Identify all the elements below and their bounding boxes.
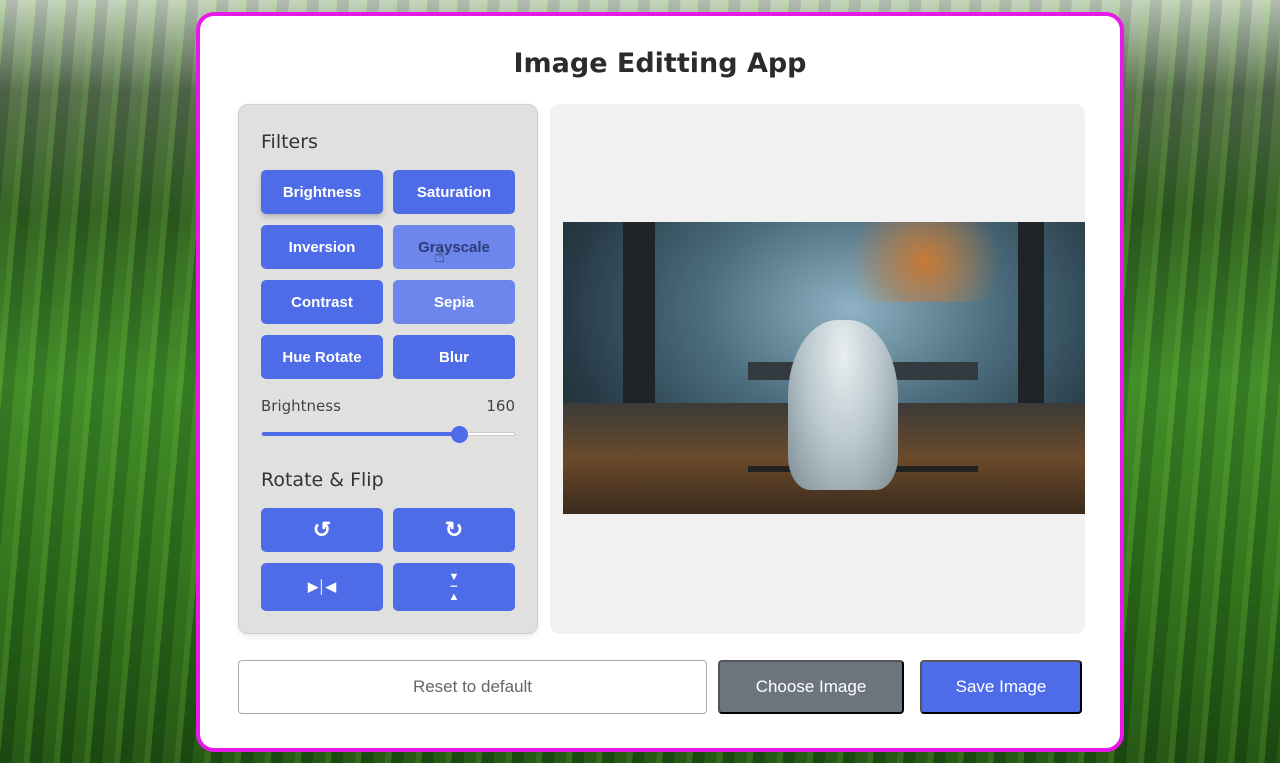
flip-vertical-button[interactable]: ▼ ┄ ▲ xyxy=(393,563,515,611)
image-preview-area xyxy=(550,104,1085,634)
slider-fill xyxy=(262,432,459,436)
rotate-right-button[interactable]: ↻ xyxy=(393,508,515,552)
slider-label: Brightness xyxy=(261,397,341,415)
reset-button[interactable]: Reset to default xyxy=(238,660,707,714)
controls-panel: Filters Brightness Saturation Inversion … xyxy=(238,104,538,634)
filter-grayscale-button[interactable]: Grayscale xyxy=(393,225,515,269)
brightness-slider[interactable] xyxy=(261,426,515,443)
slider-value: 160 xyxy=(486,397,515,415)
preview-image xyxy=(563,222,1085,514)
rotate-heading: Rotate & Flip xyxy=(261,469,384,491)
rotate-right-icon: ↻ xyxy=(444,517,464,542)
filters-heading: Filters xyxy=(261,131,318,153)
filter-hue-rotate-button[interactable]: Hue Rotate xyxy=(261,335,383,379)
filter-brightness-button[interactable]: Brightness xyxy=(261,170,383,214)
rotate-buttons: ↺ ↻ ▶│◀ ▼ ┄ ▲ xyxy=(261,508,515,611)
filter-blur-button[interactable]: Blur xyxy=(393,335,515,379)
filter-buttons: Brightness Saturation Inversion Grayscal… xyxy=(261,170,515,379)
flip-vertical-icon: ▼ ┄ ▲ xyxy=(448,571,460,603)
rotate-left-icon: ↺ xyxy=(312,517,332,542)
filter-inversion-button[interactable]: Inversion xyxy=(261,225,383,269)
flip-horizontal-button[interactable]: ▶│◀ xyxy=(261,563,383,611)
filter-contrast-button[interactable]: Contrast xyxy=(261,280,383,324)
rotate-left-button[interactable]: ↺ xyxy=(261,508,383,552)
app-window: Image Editting App Filters Brightness Sa… xyxy=(196,12,1124,752)
filter-sepia-button[interactable]: Sepia xyxy=(393,280,515,324)
slider-thumb[interactable] xyxy=(450,426,468,443)
page-title: Image Editting App xyxy=(513,48,807,79)
flip-horizontal-icon: ▶│◀ xyxy=(307,579,337,594)
choose-image-button[interactable]: Choose Image xyxy=(718,660,904,714)
filter-saturation-button[interactable]: Saturation xyxy=(393,170,515,214)
hand-cursor-icon: ☝ xyxy=(434,246,445,267)
save-image-button[interactable]: Save Image xyxy=(920,660,1082,714)
